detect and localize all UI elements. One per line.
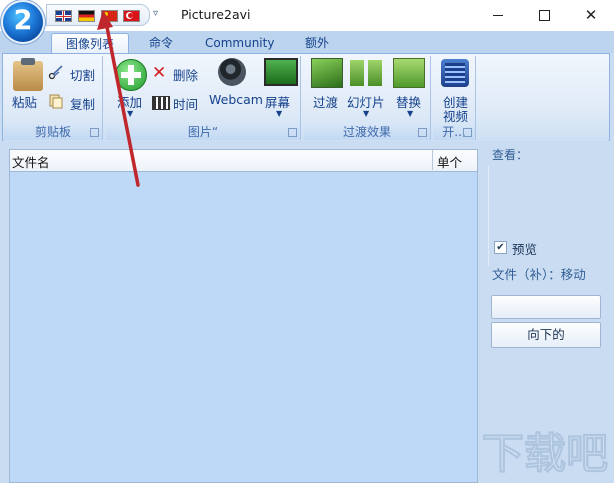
delete-icon[interactable]: ✕ [152,65,168,82]
flag-turkey-icon[interactable] [123,10,140,22]
minimize-icon [493,15,503,16]
film-icon[interactable] [441,59,469,87]
paste-icon[interactable] [13,58,43,91]
cut-button[interactable]: 切割 [70,65,95,84]
dialog-launcher-icon[interactable] [463,128,472,137]
time-button[interactable]: 时间 [173,94,198,113]
close-icon: ✕ [584,6,598,24]
file-list[interactable] [9,149,478,483]
webcam-button[interactable]: Webcam [209,92,263,107]
flag-germany-icon[interactable] [78,10,95,22]
fade-transition-icon[interactable] [311,58,343,88]
maximize-button[interactable] [521,0,567,30]
preview-checkbox[interactable]: ✔ [494,241,507,254]
group-caption-pictures: 图片“ [106,124,300,140]
paste-button[interactable]: 粘贴 [12,92,37,111]
chevron-down-icon[interactable]: ▼ [276,109,282,118]
group-caption-transitions: 过渡效果 [304,124,430,140]
slideshow-icon[interactable] [350,60,382,86]
dialog-launcher-icon[interactable] [90,128,99,137]
maximize-icon [538,10,550,21]
file-list-header [9,149,478,172]
tab-community[interactable]: Community [205,33,274,53]
create-video-button-line2[interactable]: 视频 [443,106,468,125]
move-down-button[interactable]: 向下的 [491,322,601,348]
copy-button[interactable]: 复制 [70,94,95,113]
file-status-label: 文件（补）：移动 [492,267,586,282]
copy-icon[interactable] [48,93,64,109]
chevron-down-icon[interactable]: ▼ [363,109,369,118]
dialog-launcher-icon[interactable] [418,128,427,137]
webcam-icon[interactable] [218,58,246,86]
preview-area-divider [488,166,489,266]
minimize-button[interactable] [475,0,521,30]
scissors-icon[interactable] [48,64,64,80]
close-button[interactable]: ✕ [568,0,614,30]
window-title: Picture2avi [181,7,251,22]
qat-dropdown-icon[interactable]: ▿ [153,8,158,19]
empty-button[interactable] [491,295,601,319]
flag-uk-icon[interactable] [55,10,72,22]
app-menu-button[interactable]: 2 [3,2,43,42]
app-logo-icon: 2 [13,5,33,36]
flag-china-icon[interactable] [101,10,118,22]
column-header-filename[interactable]: 文件名 [12,152,50,171]
preview-checkbox-label: 预览 [512,242,538,257]
svg-text:下载吧: 下载吧 [482,429,608,476]
screen-icon[interactable] [264,58,298,86]
column-header-single[interactable]: 单个 [437,152,462,171]
column-divider[interactable] [432,150,433,170]
chevron-down-icon[interactable]: ▼ [127,109,133,118]
chevron-down-icon[interactable]: ▼ [407,109,413,118]
delete-button[interactable]: 删除 [173,65,198,84]
tab-extra[interactable]: 额外 [302,33,332,53]
view-label: 查看： [492,148,529,162]
replace-icon[interactable] [393,58,425,88]
fade-button[interactable]: 过渡 [313,92,338,111]
film-time-icon[interactable] [152,96,170,110]
watermark-logo: 下载吧 [482,429,609,477]
tab-image-list[interactable]: 图像列表 [51,33,129,54]
quick-access-toolbar [46,4,150,26]
add-icon[interactable] [115,59,147,91]
tab-commands[interactable]: 命令 [146,33,176,53]
dialog-launcher-icon[interactable] [288,128,297,137]
group-caption-clipboard: 剪贴板 [4,124,102,140]
